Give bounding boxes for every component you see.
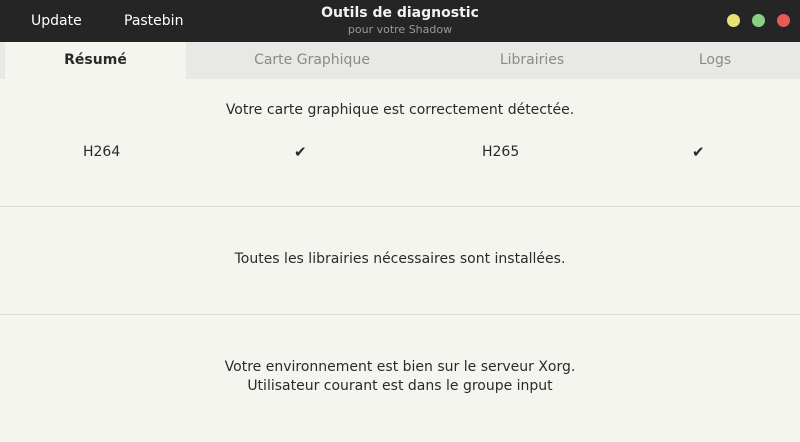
h264-label: H264 bbox=[83, 144, 121, 160]
h264-check-icon: ✔ bbox=[294, 143, 307, 161]
gpu-section: Votre carte graphique est correctement d… bbox=[0, 79, 800, 207]
header-bar: Update Pastebin Outils de diagnostic pou… bbox=[0, 0, 800, 42]
minimize-button[interactable] bbox=[727, 14, 740, 27]
window-title: Outils de diagnostic bbox=[321, 5, 479, 21]
diagnostic-window: Update Pastebin Outils de diagnostic pou… bbox=[0, 0, 800, 442]
libraries-status-message: Toutes les librairies nécessaires sont i… bbox=[234, 251, 566, 267]
environment-status-message: Votre environnement est bien sur le serv… bbox=[224, 359, 576, 375]
gpu-status-message: Votre carte graphique est correctement d… bbox=[225, 102, 575, 118]
maximize-button[interactable] bbox=[752, 14, 765, 27]
tab-resume[interactable]: Résumé bbox=[5, 42, 186, 79]
tab-carte-graphique[interactable]: Carte Graphique bbox=[212, 42, 412, 79]
libraries-section: Toutes les librairies nécessaires sont i… bbox=[0, 207, 800, 315]
environment-section: Votre environnement est bien sur le serv… bbox=[0, 315, 800, 442]
close-button[interactable] bbox=[777, 14, 790, 27]
h265-check-icon: ✔ bbox=[692, 143, 705, 161]
h265-label: H265 bbox=[482, 144, 520, 160]
tab-librairies[interactable]: Librairies bbox=[432, 42, 632, 79]
window-subtitle: pour votre Shadow bbox=[347, 23, 453, 36]
tab-bar: Résumé Carte Graphique Librairies Logs bbox=[0, 42, 800, 79]
input-group-status-message: Utilisateur courant est dans le groupe i… bbox=[247, 378, 553, 394]
tab-logs[interactable]: Logs bbox=[630, 42, 800, 79]
